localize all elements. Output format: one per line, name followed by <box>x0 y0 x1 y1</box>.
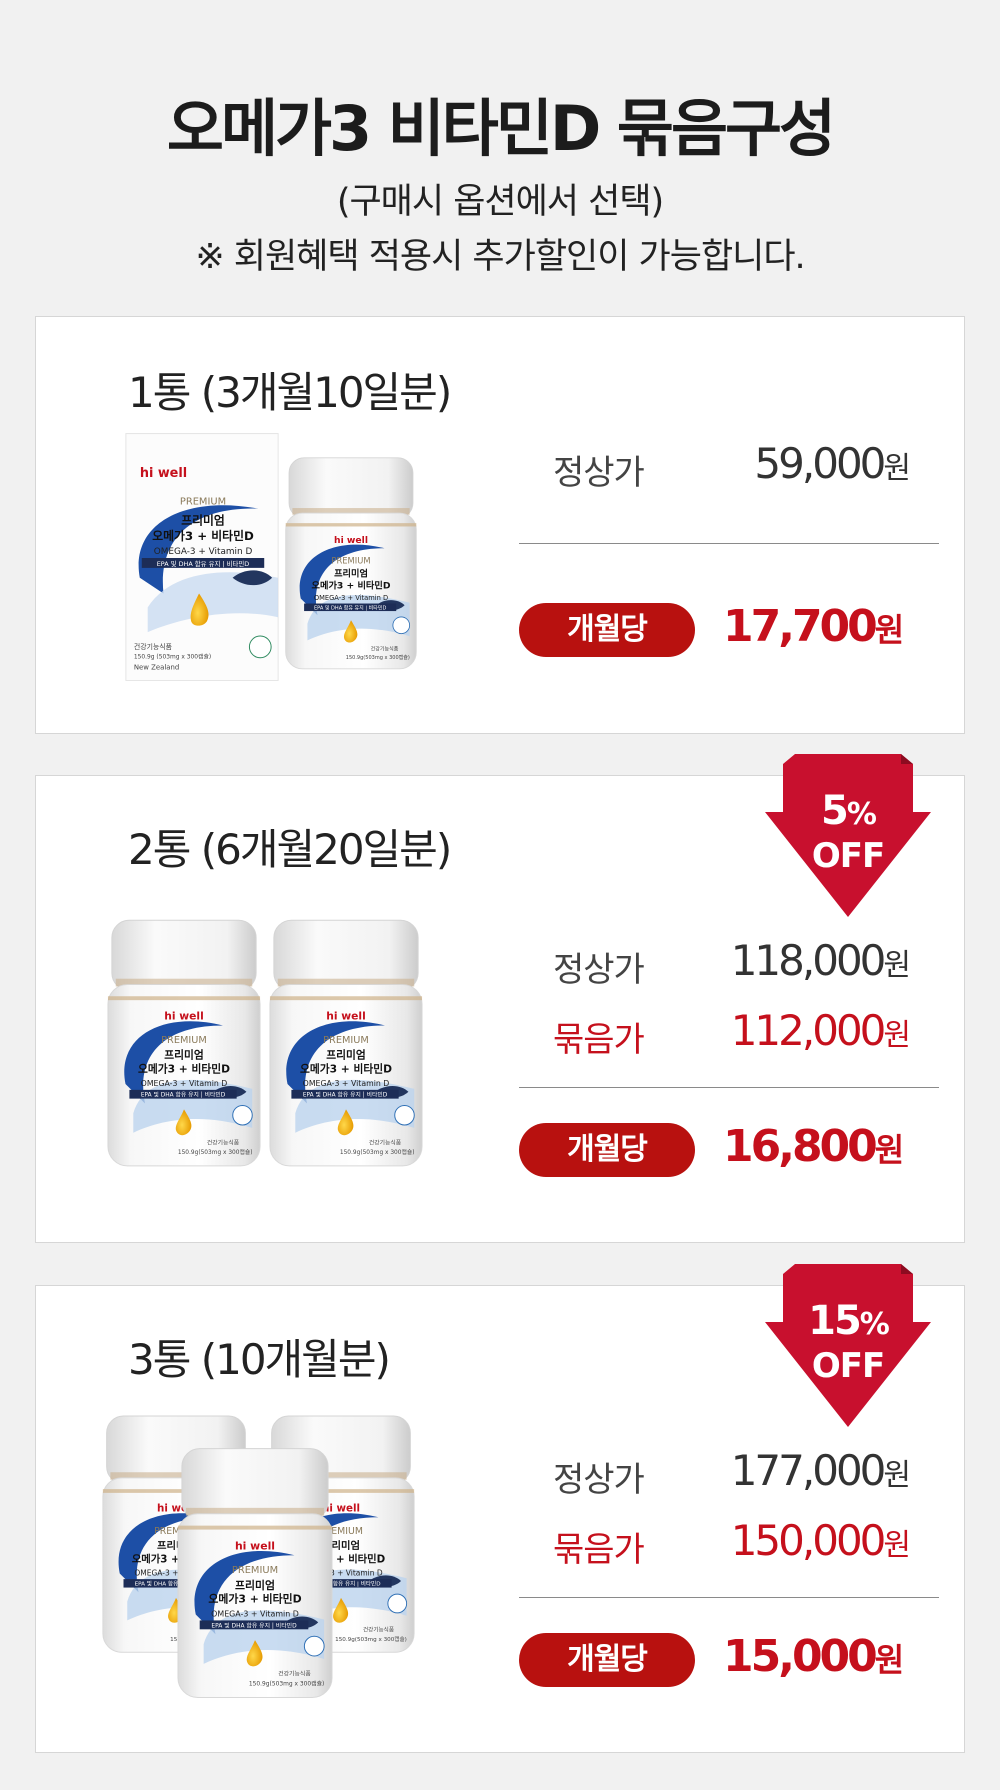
discount-badge: 15% OFF <box>763 1264 933 1429</box>
discount-percent: 15% <box>808 1298 890 1344</box>
regular-price-value: 177,000원 <box>730 1446 911 1495</box>
bundle-price-label: 묶음가 <box>553 1530 645 1570</box>
regular-price-row: 정상가 177,000원 <box>519 1446 939 1502</box>
bundle-price-row: 묶음가 112,000원 <box>519 1006 939 1062</box>
monthly-price: 15,000원 <box>723 1631 905 1682</box>
option-card-2[interactable]: 2통 (6개월20일분) 정상가 118,000원 묶음가 112,000원 개… <box>35 754 965 1243</box>
price-divider <box>519 1087 939 1088</box>
option-card-3[interactable]: 3통 (10개월분) 정상가 177,000원 묶음가 150,000원 개월당… <box>35 1264 965 1753</box>
discount-off-label: OFF <box>811 836 885 876</box>
regular-price-value: 59,000원 <box>754 439 911 488</box>
bundle-price-row: 묶음가 150,000원 <box>519 1516 939 1572</box>
svg-text:OMEGA-3 + Vitamin D: OMEGA-3 + Vitamin D <box>154 547 253 557</box>
option-guide-text: (구매시 옵션에서 선택) <box>336 182 664 222</box>
discount-percent: 5% <box>821 788 877 834</box>
product-box-image: hi well PREMIUM 프리미엄 오메가3 + 비타민D OMEGA-3… <box>125 433 279 681</box>
regular-price-label: 정상가 <box>553 1460 645 1500</box>
product-bottle-image <box>268 904 424 1186</box>
brand-logo: hi well <box>140 466 187 481</box>
discount-badge: 5% OFF <box>763 754 933 919</box>
svg-text:EPA 및 DHA 함유 유지 | 비타민D: EPA 및 DHA 함유 유지 | 비타민D <box>157 559 250 568</box>
price-divider <box>519 1597 939 1598</box>
monthly-label-pill: 개월당 <box>519 1123 695 1177</box>
member-discount-notice: ※ 회원혜택 적용시 추가할인이 가능합니다. <box>195 237 805 277</box>
regular-price-label: 정상가 <box>553 950 645 990</box>
regular-price-row: 정상가 118,000원 <box>519 936 939 992</box>
svg-text:건강기능식품: 건강기능식품 <box>134 642 172 651</box>
page-title: 오메가3 비타민D 묶음구성 <box>166 92 836 165</box>
svg-text:150.9g (503mg x 300캡슐): 150.9g (503mg x 300캡슐) <box>134 653 211 661</box>
monthly-price: 17,700원 <box>723 601 905 652</box>
svg-text:PREMIUM: PREMIUM <box>180 497 226 508</box>
bundle-price-value: 150,000원 <box>730 1516 911 1565</box>
regular-price-label: 정상가 <box>553 453 645 493</box>
product-bottle-image <box>284 445 418 685</box>
option-title: 2통 (6개월20일분) <box>128 825 452 874</box>
monthly-price: 16,800원 <box>723 1121 905 1172</box>
bundle-price-value: 112,000원 <box>730 1006 911 1055</box>
monthly-label-pill: 개월당 <box>519 603 695 657</box>
regular-price-row: 정상가 59,000원 <box>519 439 939 495</box>
price-divider <box>519 543 939 544</box>
regular-price-value: 118,000원 <box>730 936 911 985</box>
svg-text:New Zealand: New Zealand <box>134 664 179 672</box>
svg-text:오메가3 + 비타민D: 오메가3 + 비타민D <box>152 529 254 543</box>
product-bottle-image <box>176 1432 334 1718</box>
option-title: 3통 (10개월분) <box>128 1335 391 1384</box>
option-card-1[interactable]: 1통 (3개월10일분) hi well PREMIUM 프리미엄 오메가3 +… <box>35 316 965 734</box>
bundle-price-label: 묶음가 <box>553 1020 645 1060</box>
product-bottle-image <box>106 904 262 1186</box>
svg-text:프리미엄: 프리미엄 <box>181 513 225 527</box>
monthly-label-pill: 개월당 <box>519 1633 695 1687</box>
discount-off-label: OFF <box>811 1346 885 1386</box>
page-header: 오메가3 비타민D 묶음구성 (구매시 옵션에서 선택) ※ 회원혜택 적용시 … <box>0 0 1000 300</box>
option-title: 1통 (3개월10일분) <box>128 368 452 417</box>
